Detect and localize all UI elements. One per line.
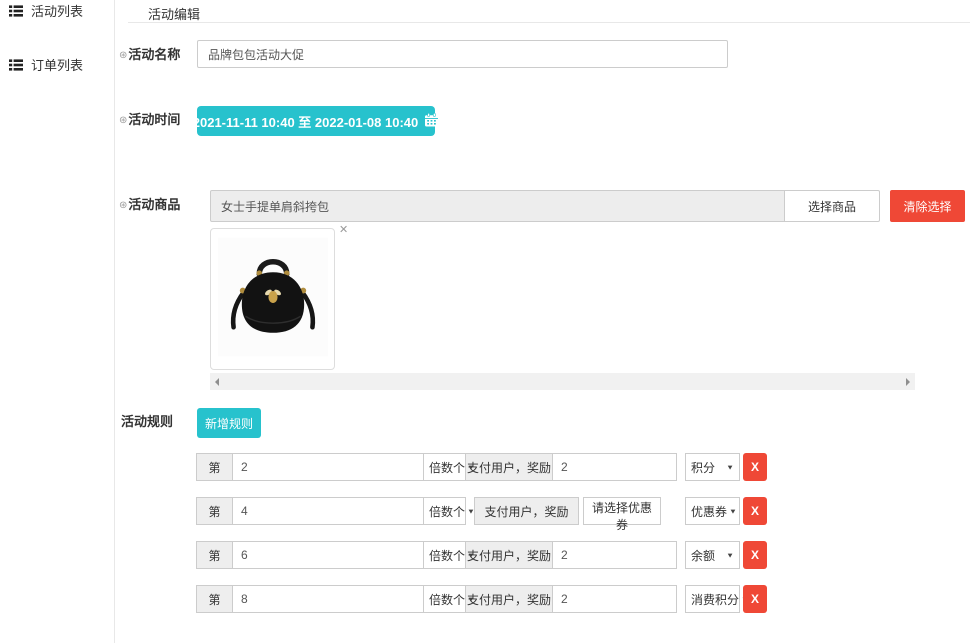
caret-down-icon: ▼: [729, 507, 737, 515]
add-rule-button[interactable]: 新增规则: [197, 408, 261, 438]
rule-row: 第 倍数个▼ 支付用户，奖励 请选择优惠券 优惠券▼ X: [196, 497, 767, 525]
calendar-icon: [424, 113, 439, 130]
rule-prefix-addon: 第: [196, 453, 233, 481]
reward-prefix-addon: 支付用户，奖励: [474, 497, 579, 525]
product-thumbnail: [210, 228, 335, 370]
tab-divider: [128, 22, 970, 23]
rule-multiple-input[interactable]: [232, 541, 424, 569]
reward-prefix-addon: 支付用户，奖励: [465, 453, 553, 481]
required-icon: ⊛: [119, 200, 127, 211]
reward-prefix-addon: 支付用户，奖励: [465, 585, 553, 613]
activity-name-input[interactable]: [197, 40, 728, 68]
rule-row: 第 倍数个▼ 支付用户，奖励 积分▼ X: [196, 453, 767, 481]
rule-multiple-input[interactable]: [232, 585, 424, 613]
choose-coupon-button[interactable]: 请选择优惠券: [583, 497, 661, 525]
reward-type-select[interactable]: 余额▼: [685, 541, 740, 569]
caret-down-icon: ▼: [726, 463, 734, 471]
caret-down-icon: ▼: [726, 551, 734, 559]
sidebar-item-label: 活动列表: [31, 1, 83, 20]
rule-unit-select[interactable]: 倍数个▼: [423, 585, 466, 613]
tab-activity-edit[interactable]: 活动编辑: [148, 4, 200, 23]
list-icon: [9, 5, 23, 17]
reward-value-input[interactable]: [552, 453, 677, 481]
horizontal-scrollbar[interactable]: [210, 373, 915, 390]
selected-product-input[interactable]: [210, 190, 785, 222]
delete-rule-button[interactable]: X: [743, 453, 767, 481]
sidebar-item-label: 订单列表: [31, 55, 83, 74]
rule-row: 第 倍数个▼ 支付用户，奖励 余额▼ X: [196, 541, 767, 569]
date-range-text: 2021-11-11 10:40 至 2022-01-08 10:40: [193, 112, 419, 131]
activity-edit-page: 活动列表 订单列表 活动编辑 ⊛活动名称 ⊛活动时间 2021-11-11 10…: [0, 0, 970, 643]
clear-selection-button[interactable]: 清除选择: [890, 190, 965, 222]
reward-value-input[interactable]: [552, 541, 677, 569]
sidebar-item-activity-list[interactable]: 活动列表: [9, 1, 83, 20]
rule-unit-select[interactable]: 倍数个▼: [423, 541, 466, 569]
activity-product-label: ⊛活动商品: [119, 194, 180, 213]
reward-prefix-addon: 支付用户，奖励: [465, 541, 553, 569]
caret-down-icon: ▼: [467, 551, 475, 559]
caret-down-icon: ▼: [467, 507, 475, 515]
rule-unit-select[interactable]: 倍数个▼: [423, 453, 466, 481]
required-icon: ⊛: [119, 115, 127, 126]
required-icon: ⊛: [119, 50, 127, 61]
rule-unit-select[interactable]: 倍数个▼: [423, 497, 466, 525]
scroll-left-icon[interactable]: [215, 378, 219, 386]
delete-rule-button[interactable]: X: [743, 585, 767, 613]
reward-type-select[interactable]: 积分▼: [685, 453, 740, 481]
activity-rules-label: 活动规则: [121, 411, 173, 430]
rule-multiple-input[interactable]: [232, 497, 424, 525]
rule-row: 第 倍数个▼ 支付用户，奖励 消费积分▼ X: [196, 585, 767, 613]
list-icon: [9, 59, 23, 71]
reward-type-select[interactable]: 消费积分▼: [685, 585, 740, 613]
activity-time-label: ⊛活动时间: [119, 109, 180, 128]
handbag-image: [218, 236, 328, 363]
reward-value-input[interactable]: [552, 585, 677, 613]
delete-rule-button[interactable]: X: [743, 497, 767, 525]
sidebar: 活动列表 订单列表: [0, 0, 115, 643]
rule-prefix-addon: 第: [196, 541, 233, 569]
caret-down-icon: ▼: [467, 463, 475, 471]
date-range-button[interactable]: 2021-11-11 10:40 至 2022-01-08 10:40: [197, 106, 435, 136]
delete-rule-button[interactable]: X: [743, 541, 767, 569]
activity-name-label: ⊛活动名称: [119, 44, 180, 63]
select-product-button[interactable]: 选择商品: [784, 190, 880, 222]
rule-prefix-addon: 第: [196, 497, 233, 525]
scroll-right-icon[interactable]: [906, 378, 910, 386]
sidebar-item-order-list[interactable]: 订单列表: [9, 55, 83, 74]
rule-multiple-input[interactable]: [232, 453, 424, 481]
caret-down-icon: ▼: [467, 595, 475, 603]
reward-type-select[interactable]: 优惠券▼: [685, 497, 740, 525]
remove-product-icon[interactable]: ✕: [339, 225, 348, 236]
rule-prefix-addon: 第: [196, 585, 233, 613]
